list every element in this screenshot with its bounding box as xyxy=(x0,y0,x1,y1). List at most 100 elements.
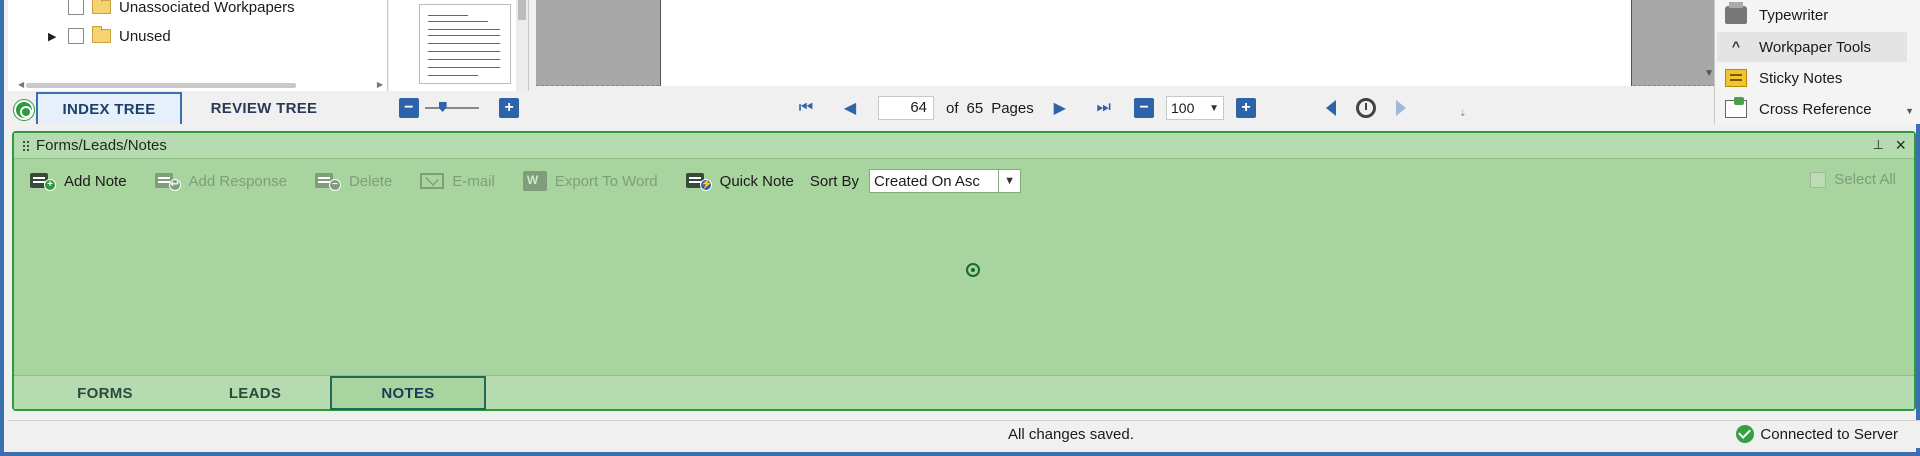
email-button[interactable]: E-mail xyxy=(420,173,495,190)
history-forward-icon[interactable] xyxy=(1396,100,1406,116)
select-all-checkbox[interactable]: Select All xyxy=(1810,171,1896,188)
select-all-box[interactable] xyxy=(1810,171,1827,188)
tree-item-label: Unused xyxy=(119,27,171,45)
add-response-button[interactable]: ↩ Add Response xyxy=(154,171,287,191)
expand-arrow-icon[interactable]: ▶ xyxy=(48,30,60,43)
zoom-out-button[interactable]: − xyxy=(1134,98,1154,118)
chevron-down-icon: ▼ xyxy=(998,170,1020,192)
folder-icon xyxy=(92,26,111,43)
crosshair-icon xyxy=(966,263,980,277)
add-response-label: Add Response xyxy=(188,172,287,190)
panel-header[interactable]: Forms/Leads/Notes ⊥ × xyxy=(14,133,1914,159)
add-note-label: Add Note xyxy=(64,172,127,190)
current-page-input[interactable]: 64 xyxy=(878,96,934,120)
zoom-level-value: 100 xyxy=(1171,100,1195,116)
add-note-button[interactable]: + Add Note xyxy=(30,171,127,191)
tab-leads[interactable]: LEADS xyxy=(180,376,330,410)
typewriter-icon xyxy=(1725,2,1747,24)
delete-label: Delete xyxy=(348,172,393,190)
sort-by-select[interactable]: Created On Asc ▼ xyxy=(869,169,1022,193)
tool-group-workpaper-tools[interactable]: ^ Workpaper Tools xyxy=(1717,32,1907,62)
tool-label: Workpaper Tools xyxy=(1759,38,1872,56)
tool-sticky-notes[interactable]: Sticky Notes xyxy=(1717,63,1907,93)
tab-forms[interactable]: FORMS xyxy=(30,376,180,410)
zoom-in-button[interactable]: + xyxy=(1236,98,1256,118)
cross-reference-icon xyxy=(1725,97,1747,118)
select-all-label: Select All xyxy=(1834,171,1896,188)
scroll-left-icon[interactable]: ◀ xyxy=(18,80,24,89)
tool-label: Typewriter xyxy=(1759,6,1829,24)
tab-notes[interactable]: NOTES xyxy=(330,376,486,410)
history-back-icon[interactable] xyxy=(1326,100,1336,116)
page-thumbnail[interactable] xyxy=(419,4,511,84)
word-export-icon xyxy=(522,171,547,191)
tree-item-checkbox[interactable] xyxy=(68,0,84,15)
document-page[interactable] xyxy=(660,0,1632,86)
thumbnail-pane xyxy=(389,0,529,91)
notes-toolbar: + Add Note ↩ Add Response − Delete E-mai… xyxy=(30,167,1022,195)
tab-index-tree[interactable]: INDEX TREE xyxy=(36,92,182,124)
tree-tabs: INDEX TREE REVIEW TREE xyxy=(14,92,386,124)
export-to-word-button[interactable]: Export To Word xyxy=(522,171,658,191)
overflow-icon[interactable]: ⇣ xyxy=(1459,108,1467,119)
last-page-icon[interactable]: ⏭ xyxy=(1092,96,1116,120)
application-window: Unassociated Workpapers ▶ Unused ◀ ▶ IND… xyxy=(0,0,1920,456)
sticky-notes-icon xyxy=(1725,69,1747,87)
scroll-down-icon[interactable]: ▼ xyxy=(1905,106,1914,116)
tree-item-checkbox[interactable] xyxy=(68,28,84,44)
tree-item-unused[interactable]: ▶ Unused xyxy=(48,23,171,49)
quick-note-icon: ⚡ xyxy=(685,171,713,191)
thumbnail-zoom-slider[interactable] xyxy=(424,102,480,112)
scrollbar-thumb[interactable] xyxy=(26,83,296,88)
tree-item-label: Unassociated Workpapers xyxy=(119,0,295,16)
add-note-icon: + xyxy=(30,171,56,191)
history-navigation xyxy=(1326,94,1406,122)
total-pages: 65 xyxy=(966,99,984,117)
document-viewer[interactable]: ▼ xyxy=(536,0,1716,86)
pin-icon[interactable]: ⊥ xyxy=(1873,137,1884,153)
zoom-control: − 100 ▼ + xyxy=(1134,94,1256,122)
thumbnail-zoom-in-button[interactable]: + xyxy=(499,98,519,118)
page-navigator: ⏮ ◀ 64 of 65 Pages ▶ ⏭ xyxy=(784,94,1126,122)
thumbnail-scrollbar[interactable] xyxy=(516,0,528,91)
tool-typewriter[interactable]: Typewriter xyxy=(1717,0,1907,30)
sort-by-value: Created On Asc xyxy=(874,172,980,190)
chevron-down-icon: ▼ xyxy=(1209,102,1219,114)
tool-label: Cross Reference xyxy=(1759,100,1872,118)
forms-leads-notes-panel: Forms/Leads/Notes ⊥ × + Add Note ↩ Add R… xyxy=(12,131,1916,411)
first-page-icon[interactable]: ⏮ xyxy=(794,96,818,120)
email-icon xyxy=(420,173,445,189)
email-label: E-mail xyxy=(452,172,495,190)
connection-label: Connected to Server xyxy=(1760,425,1898,443)
drag-handle-icon[interactable] xyxy=(22,139,30,152)
of-label: of xyxy=(946,99,959,117)
status-message: All changes saved. xyxy=(1008,426,1134,443)
connection-status: Connected to Server xyxy=(1736,425,1898,443)
folder-icon xyxy=(92,0,111,14)
pages-label: Pages xyxy=(991,99,1034,117)
previous-page-icon[interactable]: ◀ xyxy=(838,96,862,120)
notes-panel-tabs: FORMS LEADS NOTES xyxy=(14,375,1914,410)
add-response-icon: ↩ xyxy=(154,171,181,191)
scroll-right-icon[interactable]: ▶ xyxy=(377,80,383,89)
delete-button[interactable]: − Delete xyxy=(314,171,393,191)
quick-note-label: Quick Note xyxy=(719,172,794,190)
zoom-level-select[interactable]: 100 ▼ xyxy=(1166,96,1224,120)
close-icon[interactable]: × xyxy=(1895,135,1906,156)
tool-cross-reference[interactable]: Cross Reference xyxy=(1717,94,1907,124)
horizontal-scrollbar[interactable]: ◀ ▶ xyxy=(18,80,383,90)
connected-check-icon xyxy=(1736,425,1755,443)
panel-title: Forms/Leads/Notes xyxy=(36,137,167,154)
tree-item-unassociated-workpapers[interactable]: Unassociated Workpapers xyxy=(48,0,295,20)
status-bar: All changes saved. Connected to Server xyxy=(8,420,1920,448)
scroll-down-icon[interactable]: ▼ xyxy=(1704,68,1714,79)
thumbnail-zoom-out-button[interactable]: − xyxy=(399,98,419,118)
quick-note-button[interactable]: ⚡ Quick Note xyxy=(685,171,794,191)
index-tree-pane: Unassociated Workpapers ▶ Unused ◀ ▶ xyxy=(8,0,388,91)
tab-review-tree[interactable]: REVIEW TREE xyxy=(184,92,344,124)
history-icon[interactable] xyxy=(1356,98,1376,118)
delete-note-icon: − xyxy=(314,171,341,191)
slider-thumb[interactable] xyxy=(438,102,447,112)
thumbnail-zoom-control: − + xyxy=(389,92,529,124)
next-page-icon[interactable]: ▶ xyxy=(1048,96,1072,120)
